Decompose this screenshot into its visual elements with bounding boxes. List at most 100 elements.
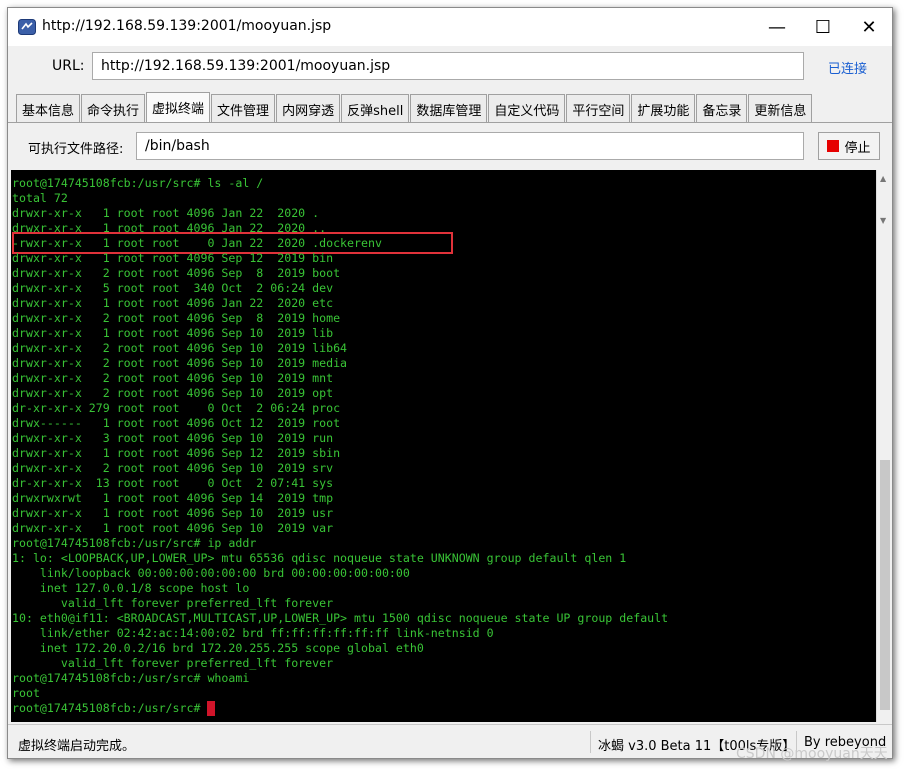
tab-0[interactable]: 基本信息 xyxy=(16,94,81,122)
terminal-cursor xyxy=(207,701,216,716)
stop-button-label: 停止 xyxy=(844,140,871,156)
stop-icon xyxy=(827,140,840,152)
screenshot-canvas: http://192.168.59.139:2001/mooyuan.jsp —… xyxy=(0,0,915,769)
stop-button[interactable]: 停止 xyxy=(818,132,880,160)
title-bar: http://192.168.59.139:2001/mooyuan.jsp —… xyxy=(8,8,892,46)
tab-panel-border xyxy=(8,122,892,123)
app-window: http://192.168.59.139:2001/mooyuan.jsp —… xyxy=(7,7,893,759)
terminal-line-text: root xyxy=(12,686,40,700)
terminal-line: drwxr-xr-x 3 root root 4096 Sep 10 2019 … xyxy=(12,431,333,446)
terminal-line: drwxr-xr-x 2 root root 4096 Sep 10 2019 … xyxy=(12,356,347,371)
tab-5[interactable]: 反弹shell xyxy=(341,94,410,122)
terminal-line-text: drwxr-xr-x 2 root root 4096 Sep 8 2019 b… xyxy=(12,266,341,280)
terminal-line: link/loopback 00:00:00:00:00:00 brd 00:0… xyxy=(12,566,410,581)
terminal-line: drwxr-xr-x 2 root root 4096 Sep 10 2019 … xyxy=(12,371,333,386)
tab-4[interactable]: 内网穿透 xyxy=(276,94,341,122)
terminal-line-text: root@174745108fcb:/usr/src# ls -al / xyxy=(12,176,264,190)
terminal-line-text: drwxr-xr-x 2 root root 4096 Sep 10 2019 … xyxy=(12,356,348,370)
terminal-line: 10: eth0@if11: <BROADCAST,MULTICAST,UP,L… xyxy=(12,611,668,626)
terminal-line: valid_lft forever preferred_lft forever xyxy=(12,596,333,611)
terminal-line-text: drwxrwxrwt 1 root root 4096 Sep 14 2019 … xyxy=(12,491,334,505)
terminal-line-text: drwxr-xr-x 2 root root 4096 Sep 10 2019 … xyxy=(12,341,348,355)
scroll-up-icon[interactable]: ▲ xyxy=(880,174,886,183)
terminal-line: drwx------ 1 root root 4096 Oct 12 2019 … xyxy=(12,416,340,431)
watermark: CSDN @mooyuan天天 xyxy=(736,746,888,762)
terminal-line: drwxrwxrwt 1 root root 4096 Sep 14 2019 … xyxy=(12,491,333,506)
terminal-line-text: drwxr-xr-x 3 root root 4096 Sep 10 2019 … xyxy=(12,431,334,445)
terminal-line: drwxr-xr-x 2 root root 4096 Sep 8 2019 h… xyxy=(12,311,340,326)
terminal-line-text: link/ether 02:42:ac:14:00:02 brd ff:ff:f… xyxy=(12,626,494,640)
terminal-line-text: 1: lo: <LOOPBACK,UP,LOWER_UP> mtu 65536 … xyxy=(12,551,627,565)
window-title: http://192.168.59.139:2001/mooyuan.jsp xyxy=(42,18,332,34)
terminal-output[interactable]: root@174745108fcb:/usr/src# ls -al / tota… xyxy=(11,170,876,722)
terminal-line-text: inet 127.0.0.1/8 scope host lo xyxy=(12,581,250,595)
terminal-line: drwxr-xr-x 1 root root 4096 Jan 22 2020 … xyxy=(12,296,333,311)
terminal-line-text: root@174745108fcb:/usr/src# whoami xyxy=(12,671,250,685)
terminal-line: root@174745108fcb:/usr/src# whoami xyxy=(12,671,249,686)
terminal-line-text: drwxr-xr-x 1 root root 4096 Jan 22 2020 … xyxy=(12,221,327,235)
exec-path-input[interactable]: /bin/bash xyxy=(136,132,804,160)
terminal-line-text: drwxr-xr-x 1 root root 4096 Sep 12 2019 … xyxy=(12,251,334,265)
terminal-line-text: drwxr-xr-x 1 root root 4096 Sep 10 2019 … xyxy=(12,521,334,535)
minimize-button[interactable]: — xyxy=(754,8,800,46)
tab-6[interactable]: 数据库管理 xyxy=(410,94,488,122)
terminal-line: drwxr-xr-x 2 root root 4096 Sep 8 2019 b… xyxy=(12,266,340,281)
connection-status: 已连接 xyxy=(828,62,868,77)
terminal-line-text: valid_lft forever preferred_lft forever xyxy=(12,656,334,670)
terminal-line: inet 172.20.0.2/16 brd 172.20.255.255 sc… xyxy=(12,641,424,656)
tab-2[interactable]: 虚拟终端 xyxy=(146,92,211,122)
terminal-line-text: drwxr-xr-x 1 root root 4096 Jan 22 2020 … xyxy=(12,296,334,310)
url-label: URL: xyxy=(52,58,85,74)
terminal-line-text: dr-xr-xr-x 279 root root 0 Oct 2 06:24 p… xyxy=(12,401,341,415)
terminal-line-text: drwxr-xr-x 1 root root 4096 Sep 10 2019 … xyxy=(12,326,334,340)
exec-path-label: 可执行文件路径: xyxy=(28,142,124,157)
terminal-line: drwxr-xr-x 2 root root 4096 Sep 10 2019 … xyxy=(12,386,333,401)
terminal-line-text: drwxr-xr-x 1 root root 4096 Sep 12 2019 … xyxy=(12,446,341,460)
terminal-line: drwxr-xr-x 5 root root 340 Oct 2 06:24 d… xyxy=(12,281,333,296)
terminal-line: drwxr-xr-x 1 root root 4096 Sep 12 2019 … xyxy=(12,251,333,266)
maximize-button[interactable]: ☐ xyxy=(800,8,846,46)
terminal-line: drwxr-xr-x 1 root root 4096 Sep 12 2019 … xyxy=(12,446,340,461)
tab-3[interactable]: 文件管理 xyxy=(211,94,276,122)
terminal-line: 1: lo: <LOOPBACK,UP,LOWER_UP> mtu 65536 … xyxy=(12,551,626,566)
terminal-line-text: valid_lft forever preferred_lft forever xyxy=(12,596,334,610)
terminal-line: dr-xr-xr-x 13 root root 0 Oct 2 07:41 sy… xyxy=(12,476,333,491)
terminal-line: drwxr-xr-x 1 root root 4096 Jan 22 2020 … xyxy=(12,221,326,236)
terminal-line: drwxr-xr-x 1 root root 4096 Jan 22 2020 … xyxy=(12,206,319,221)
scroll-down-icon[interactable]: ▼ xyxy=(880,216,886,225)
terminal-line: root@174745108fcb:/usr/src# ls -al / xyxy=(12,176,263,191)
terminal-line: total 72 xyxy=(12,191,68,206)
tab-1[interactable]: 命令执行 xyxy=(81,94,146,122)
close-button[interactable]: ✕ xyxy=(846,8,892,46)
terminal-line-text: drwxr-xr-x 2 root root 4096 Sep 10 2019 … xyxy=(12,461,334,475)
status-message: 虚拟终端启动完成。 xyxy=(18,739,136,754)
terminal-line-text: drwxr-xr-x 5 root root 340 Oct 2 06:24 d… xyxy=(12,281,334,295)
terminal-line: root@174745108fcb:/usr/src# ip addr xyxy=(12,536,256,551)
terminal-line-text: root@174745108fcb:/usr/src# xyxy=(12,701,208,715)
terminal-line-text: inet 172.20.0.2/16 brd 172.20.255.255 sc… xyxy=(12,641,424,655)
tab-bar: 基本信息 命令执行 虚拟终端 文件管理 内网穿透 反弹shell 数据库管理 自定义代码 平行空… xyxy=(16,92,813,122)
tab-8[interactable]: 平行空间 xyxy=(566,94,631,122)
terminal-line-text: link/loopback 00:00:00:00:00:00 brd 00:0… xyxy=(12,566,410,580)
terminal-line: inet 127.0.0.1/8 scope host lo xyxy=(12,581,249,596)
scroll-thumb[interactable] xyxy=(880,460,890,710)
terminal-line-text: root@174745108fcb:/usr/src# ip addr xyxy=(12,536,257,550)
terminal-scrollbar[interactable]: ▲ ▼ xyxy=(876,170,892,722)
terminal-line: root xyxy=(12,686,40,701)
url-input[interactable]: http://192.168.59.139:2001/mooyuan.jsp xyxy=(92,52,804,80)
terminal-line: drwxr-xr-x 1 root root 4096 Sep 10 2019 … xyxy=(12,506,333,521)
terminal-line-text: -rwxr-xr-x 1 root root 0 Jan 22 2020 .do… xyxy=(12,236,382,250)
terminal-line-text: drwxr-xr-x 1 root root 4096 Sep 10 2019 … xyxy=(12,506,334,520)
app-icon xyxy=(18,19,36,35)
terminal-line: drwxr-xr-x 2 root root 4096 Sep 10 2019 … xyxy=(12,461,333,476)
terminal-line: drwxr-xr-x 1 root root 4096 Sep 10 2019 … xyxy=(12,521,333,536)
terminal-line-text: 10: eth0@if11: <BROADCAST,MULTICAST,UP,L… xyxy=(12,611,669,625)
terminal-line: valid_lft forever preferred_lft forever xyxy=(12,656,333,671)
tab-10[interactable]: 备忘录 xyxy=(696,94,748,122)
tab-11[interactable]: 更新信息 xyxy=(748,94,813,122)
terminal-line: -rwxr-xr-x 1 root root 0 Jan 22 2020 .do… xyxy=(12,236,382,251)
tab-7[interactable]: 自定义代码 xyxy=(488,94,566,122)
status-divider xyxy=(590,731,591,753)
terminal-line-text: total 72 xyxy=(12,191,68,205)
tab-9[interactable]: 扩展功能 xyxy=(631,94,696,122)
